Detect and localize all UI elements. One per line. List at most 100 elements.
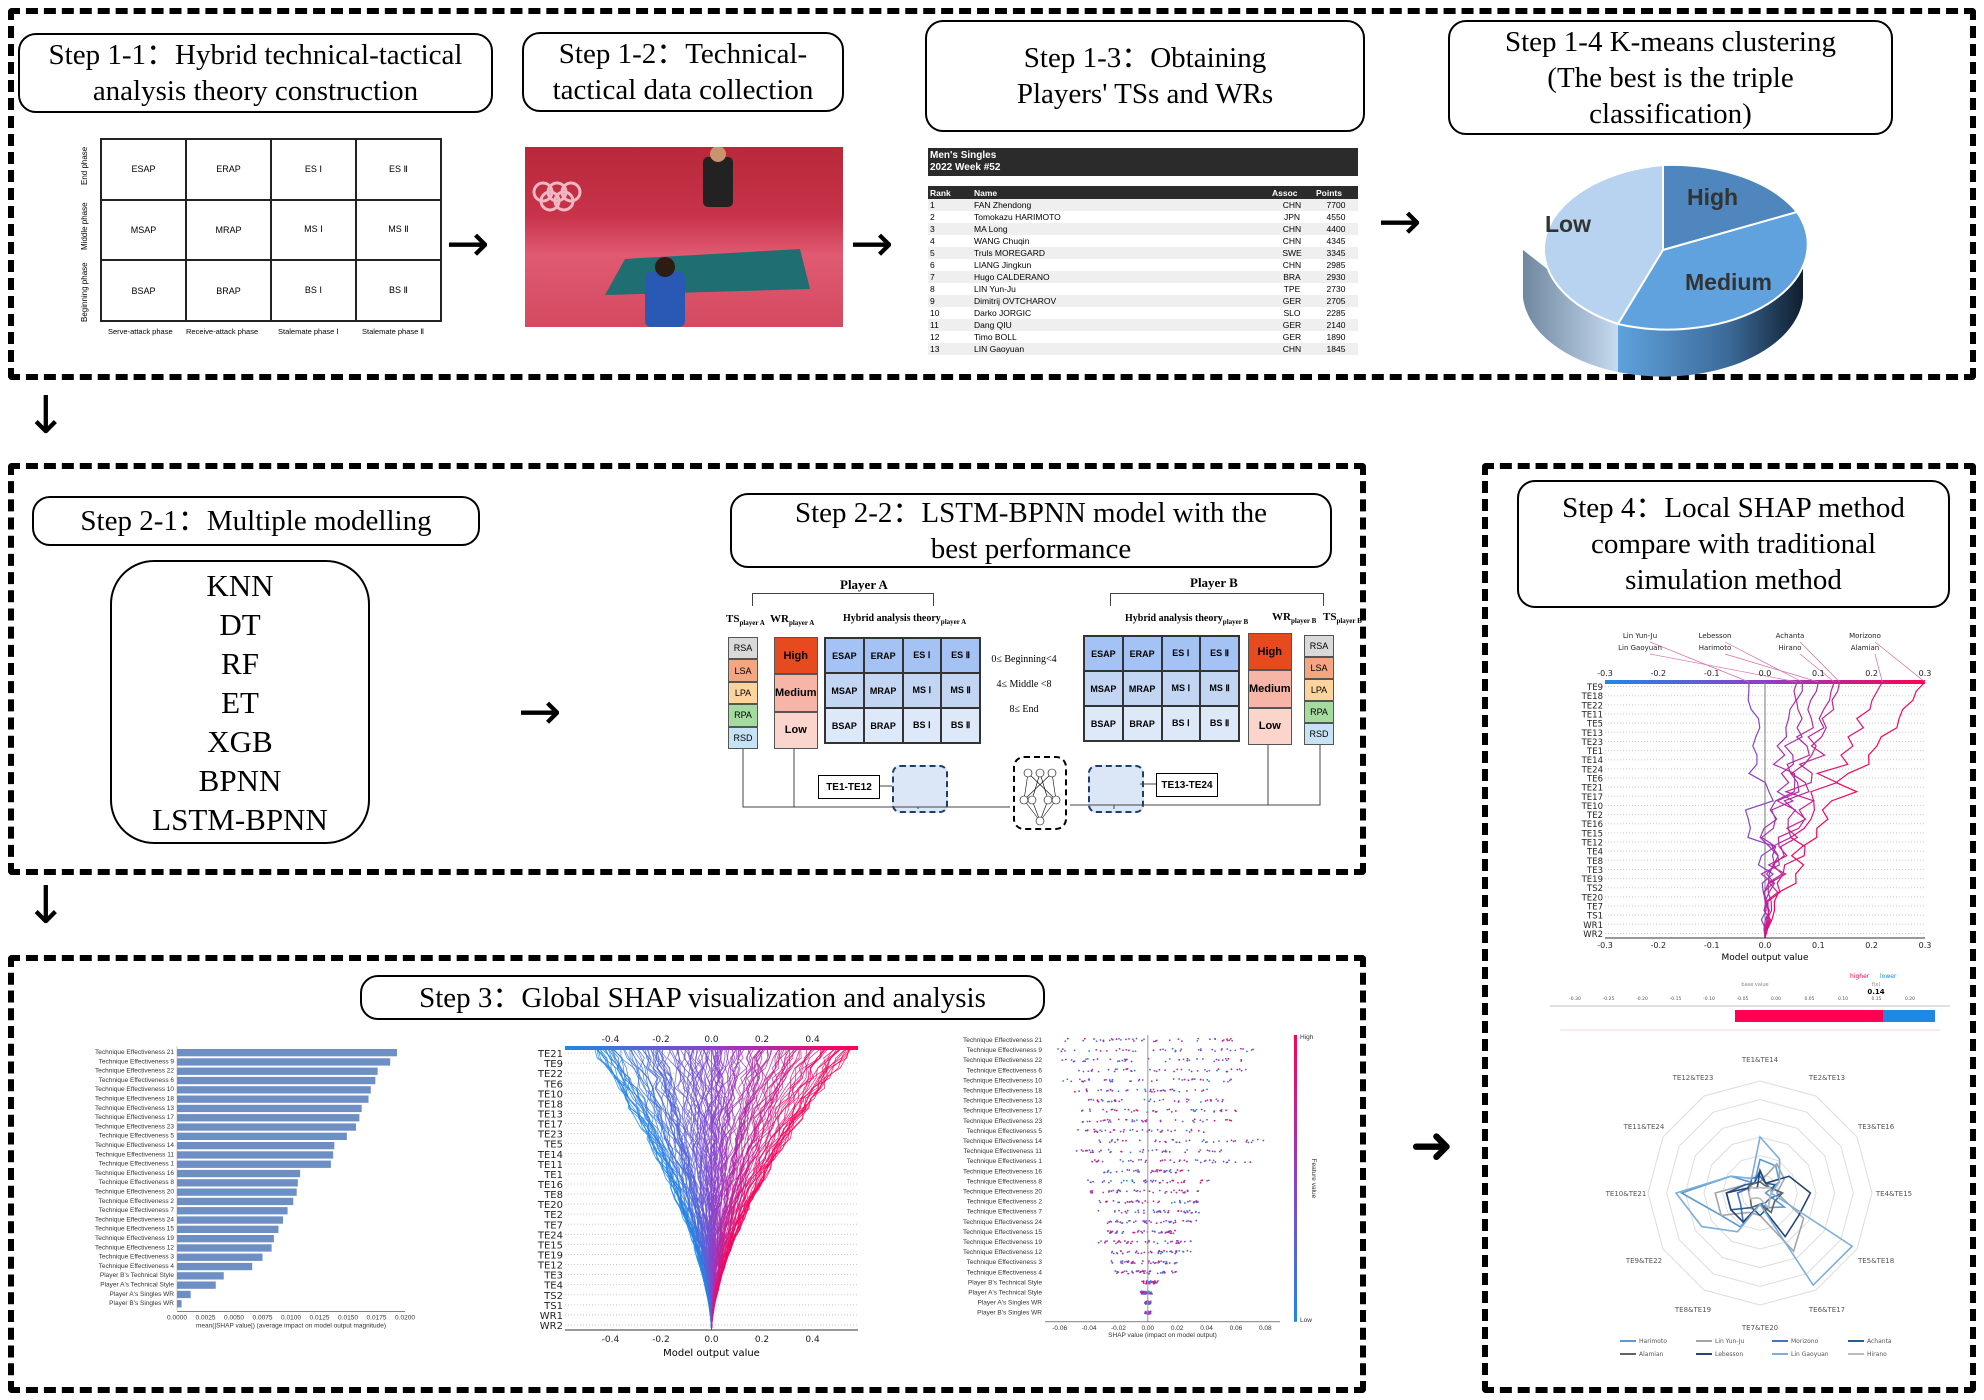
shap-point: [1103, 1079, 1106, 1081]
shap-point: [1118, 1240, 1120, 1243]
shap-point: [1116, 1068, 1118, 1071]
player-far-icon: [703, 157, 733, 207]
shap-point: [1099, 1050, 1102, 1052]
shap-point: [1180, 1210, 1183, 1213]
assoc-cell: SWE: [1270, 247, 1314, 259]
shap-point: [1226, 1070, 1229, 1073]
shap-point: [1164, 1069, 1167, 1072]
grid-cell: BSAP: [101, 260, 186, 321]
shap-point: [1154, 1139, 1157, 1142]
shap-point: [1144, 1181, 1147, 1184]
shap-point: [1164, 1150, 1166, 1153]
shap-point: [1168, 1058, 1171, 1060]
shap-point: [1227, 1057, 1230, 1060]
shap-point: [1131, 1179, 1134, 1182]
shap-point: [1133, 1181, 1136, 1184]
x-tick-label: 0.0150: [338, 1314, 358, 1321]
shap-point: [1099, 1141, 1102, 1143]
shap-point: [1133, 1040, 1135, 1042]
shap-point: [1109, 1151, 1112, 1154]
bar: [177, 1253, 263, 1261]
shap-point: [1114, 1068, 1117, 1071]
bar: [177, 1272, 224, 1280]
shap-point: [1141, 1280, 1144, 1283]
radar-axis-label: TE8&TE19: [1674, 1306, 1711, 1314]
shap-point: [1189, 1250, 1192, 1253]
shap-point: [1124, 1210, 1127, 1213]
shap-point: [1220, 1049, 1223, 1051]
col-rank: Rank: [928, 186, 972, 199]
shap-point: [1100, 1240, 1102, 1242]
shap-point: [1153, 1262, 1156, 1265]
bar-label: Technique Effectiveness 5: [99, 1133, 175, 1140]
name-cell: Timo BOLL: [974, 332, 1017, 342]
shap-point: [1206, 1118, 1208, 1121]
bar: [177, 1095, 369, 1103]
shap-point: [1150, 1221, 1152, 1224]
shap-point: [1178, 1189, 1181, 1192]
shap-point: [1154, 1180, 1157, 1182]
shap-point: [1186, 1057, 1189, 1060]
shap-point: [1156, 1242, 1159, 1245]
shap-point: [1256, 1138, 1259, 1141]
shap-point: [1221, 1059, 1224, 1062]
bar: [177, 1076, 376, 1085]
shap-point: [1185, 1098, 1188, 1101]
points-cell: 2705: [1314, 295, 1358, 307]
shap-point: [1140, 1158, 1143, 1161]
shap-point: [1129, 1129, 1132, 1132]
assoc-cell: JPN: [1283, 212, 1301, 222]
model-item: LSTM-BPNN: [152, 801, 328, 837]
shap-point: [1152, 1040, 1155, 1043]
shap-point: [1127, 1108, 1130, 1111]
bar-label: Technique Effectiveness 1: [99, 1161, 175, 1168]
shap-point: [1113, 1070, 1116, 1073]
feature-label: Technique Effectiveness 13: [963, 1098, 1042, 1105]
name-cell: MA Long: [972, 223, 1270, 235]
shap-point: [1125, 1118, 1127, 1121]
assoc-cell: CHN: [1270, 223, 1314, 235]
shap-point: [1098, 1139, 1101, 1142]
shap-point: [1179, 1049, 1182, 1052]
shap-point: [1142, 1120, 1144, 1123]
shap-point: [1149, 1282, 1151, 1285]
shap-point: [1095, 1048, 1098, 1051]
shap-point: [1097, 1209, 1100, 1212]
shap-point: [1179, 1201, 1182, 1204]
shap-point: [1165, 1219, 1168, 1222]
shap-point: [1092, 1099, 1095, 1101]
colorbar-title: Feature value: [1310, 1159, 1317, 1199]
shap-point: [1188, 1200, 1191, 1202]
radar-axis-label: TE10&TE21: [1605, 1190, 1647, 1198]
shap-point: [1151, 1230, 1154, 1233]
shap-point: [1061, 1048, 1064, 1051]
shap-point: [1186, 1190, 1189, 1193]
player-label: Lin Yun-Ju: [1623, 632, 1657, 640]
shap-point: [1144, 1161, 1147, 1163]
step3-title: Step 3：Global SHAP visualization and ana…: [360, 975, 1045, 1020]
shap-point: [1195, 1201, 1198, 1204]
shap-point: [1089, 1110, 1092, 1113]
shap-point: [1166, 1181, 1169, 1184]
shap-point: [1145, 1222, 1148, 1225]
shap-point: [1149, 1088, 1152, 1091]
shap-point: [1097, 1089, 1100, 1092]
radar-axis-label: TE5&TE18: [1857, 1257, 1894, 1265]
bar-label: Technique Effectiveness 13: [95, 1105, 174, 1112]
shap-point: [1173, 1189, 1175, 1192]
legend-higher: higher: [1850, 973, 1870, 980]
arrow-right-icon: →: [850, 214, 894, 274]
shap-point: [1158, 1099, 1161, 1102]
x-tick-label-bottom: 0.0: [1759, 941, 1772, 950]
shap-point: [1121, 1252, 1124, 1255]
rank-cell: 13: [928, 343, 972, 355]
shap-point: [1169, 1088, 1172, 1091]
shap-point: [1244, 1161, 1246, 1164]
shap-point: [1212, 1159, 1215, 1162]
rank-cell: 7: [928, 271, 972, 283]
x-tick-label-top: 0.0: [704, 1035, 719, 1045]
shap-point: [1122, 1049, 1124, 1052]
shap-point: [1180, 1048, 1183, 1051]
shap-point: [1093, 1038, 1095, 1040]
shap-point: [1101, 1181, 1104, 1184]
